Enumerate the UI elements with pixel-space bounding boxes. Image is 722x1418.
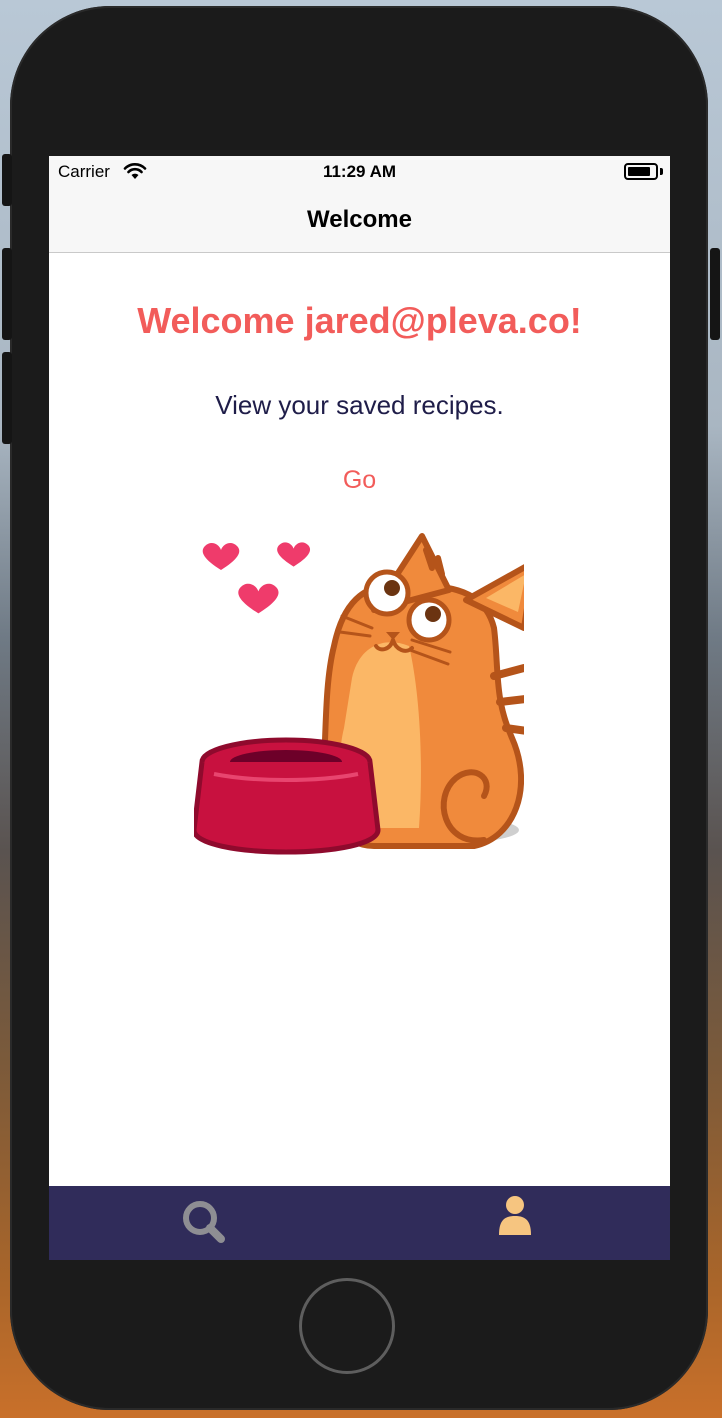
battery-icon xyxy=(624,163,658,180)
saved-recipes-subtitle: View your saved recipes. xyxy=(215,390,504,420)
volume-up-button xyxy=(2,248,12,340)
welcome-heading: Welcome jared@pleva.co! xyxy=(137,300,582,341)
navigation-bar: Welcome xyxy=(49,188,670,253)
status-time: 11:29 AM xyxy=(322,162,397,181)
heart-icon xyxy=(202,543,240,570)
tab-bar xyxy=(49,1186,670,1260)
home-button[interactable] xyxy=(299,1278,395,1374)
cat-illustration xyxy=(191,528,538,868)
tab-search[interactable] xyxy=(49,1186,359,1260)
tab-profile[interactable] xyxy=(360,1186,670,1260)
volume-down-button xyxy=(2,352,12,444)
heart-icon xyxy=(277,542,311,567)
mute-switch xyxy=(2,154,12,206)
nav-title: Welcome xyxy=(307,206,412,233)
battery-tip xyxy=(660,168,663,175)
search-icon xyxy=(181,1199,227,1245)
power-button xyxy=(710,248,720,340)
heart-icon xyxy=(238,583,279,614)
user-icon xyxy=(496,1195,534,1237)
battery-level xyxy=(628,167,650,176)
app-screen: Carrier 11:29 AM Welcome Welcome jared@p… xyxy=(49,156,670,1260)
status-bar: Carrier 11:29 AM xyxy=(49,156,670,188)
go-button[interactable]: Go xyxy=(319,462,400,498)
